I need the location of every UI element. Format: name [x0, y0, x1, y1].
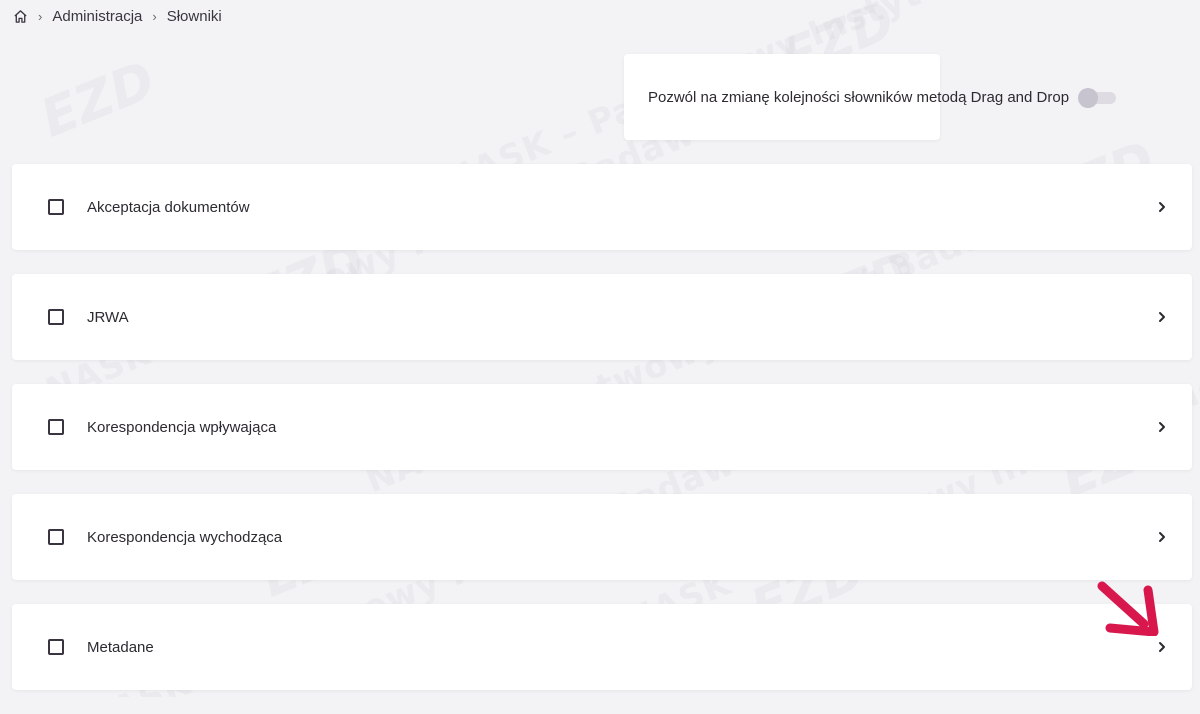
watermark-logo: EZD — [32, 50, 164, 150]
chevron-right-icon: › — [38, 8, 43, 24]
chevron-right-icon[interactable] — [1154, 529, 1170, 545]
dnd-toggle-card: Pozwól na zmianę kolejności słowników me… — [624, 54, 1117, 140]
dictionary-list: Akceptacja dokumentów JRWA Korespondencj… — [12, 164, 1192, 714]
chevron-right-icon[interactable] — [1154, 199, 1170, 215]
dictionary-label: Korespondencja wychodząca — [87, 528, 283, 546]
row-checkbox[interactable] — [48, 199, 64, 215]
dictionary-label: Akceptacja dokumentów — [87, 198, 250, 216]
dictionary-label: Korespondencja wpływająca — [87, 418, 277, 436]
chevron-right-icon[interactable] — [1154, 309, 1170, 325]
row-checkbox[interactable] — [48, 419, 64, 435]
dictionary-row-korespondencja-wplywajaca[interactable]: Korespondencja wpływająca — [12, 384, 1192, 470]
home-icon[interactable] — [12, 8, 28, 24]
chevron-right-icon[interactable] — [1154, 419, 1170, 435]
toggle-knob — [1078, 88, 1099, 108]
dictionary-row-korespondencja-wychodzaca[interactable]: Korespondencja wychodząca — [12, 494, 1192, 580]
annotation-arrow-icon — [1097, 581, 1159, 636]
dictionary-row-jrwa[interactable]: JRWA — [12, 274, 1192, 360]
row-checkbox[interactable] — [48, 309, 64, 325]
dnd-toggle-label: Pozwól na zmianę kolejności słowników me… — [648, 88, 1070, 106]
dictionary-row-akceptacja[interactable]: Akceptacja dokumentów — [12, 164, 1192, 250]
dictionary-label: Metadane — [87, 638, 154, 656]
breadcrumb-current: Słowniki — [166, 7, 222, 25]
breadcrumb: › Administracja › Słowniki — [12, 6, 222, 26]
dictionary-row-metadane[interactable]: Metadane — [12, 604, 1192, 690]
dictionary-label: JRWA — [87, 308, 129, 326]
breadcrumb-administracja[interactable]: Administracja — [52, 8, 142, 25]
row-checkbox[interactable] — [48, 529, 64, 545]
chevron-right-icon: › — [152, 8, 157, 24]
chevron-right-icon[interactable] — [1154, 639, 1170, 655]
row-checkbox[interactable] — [48, 639, 64, 655]
